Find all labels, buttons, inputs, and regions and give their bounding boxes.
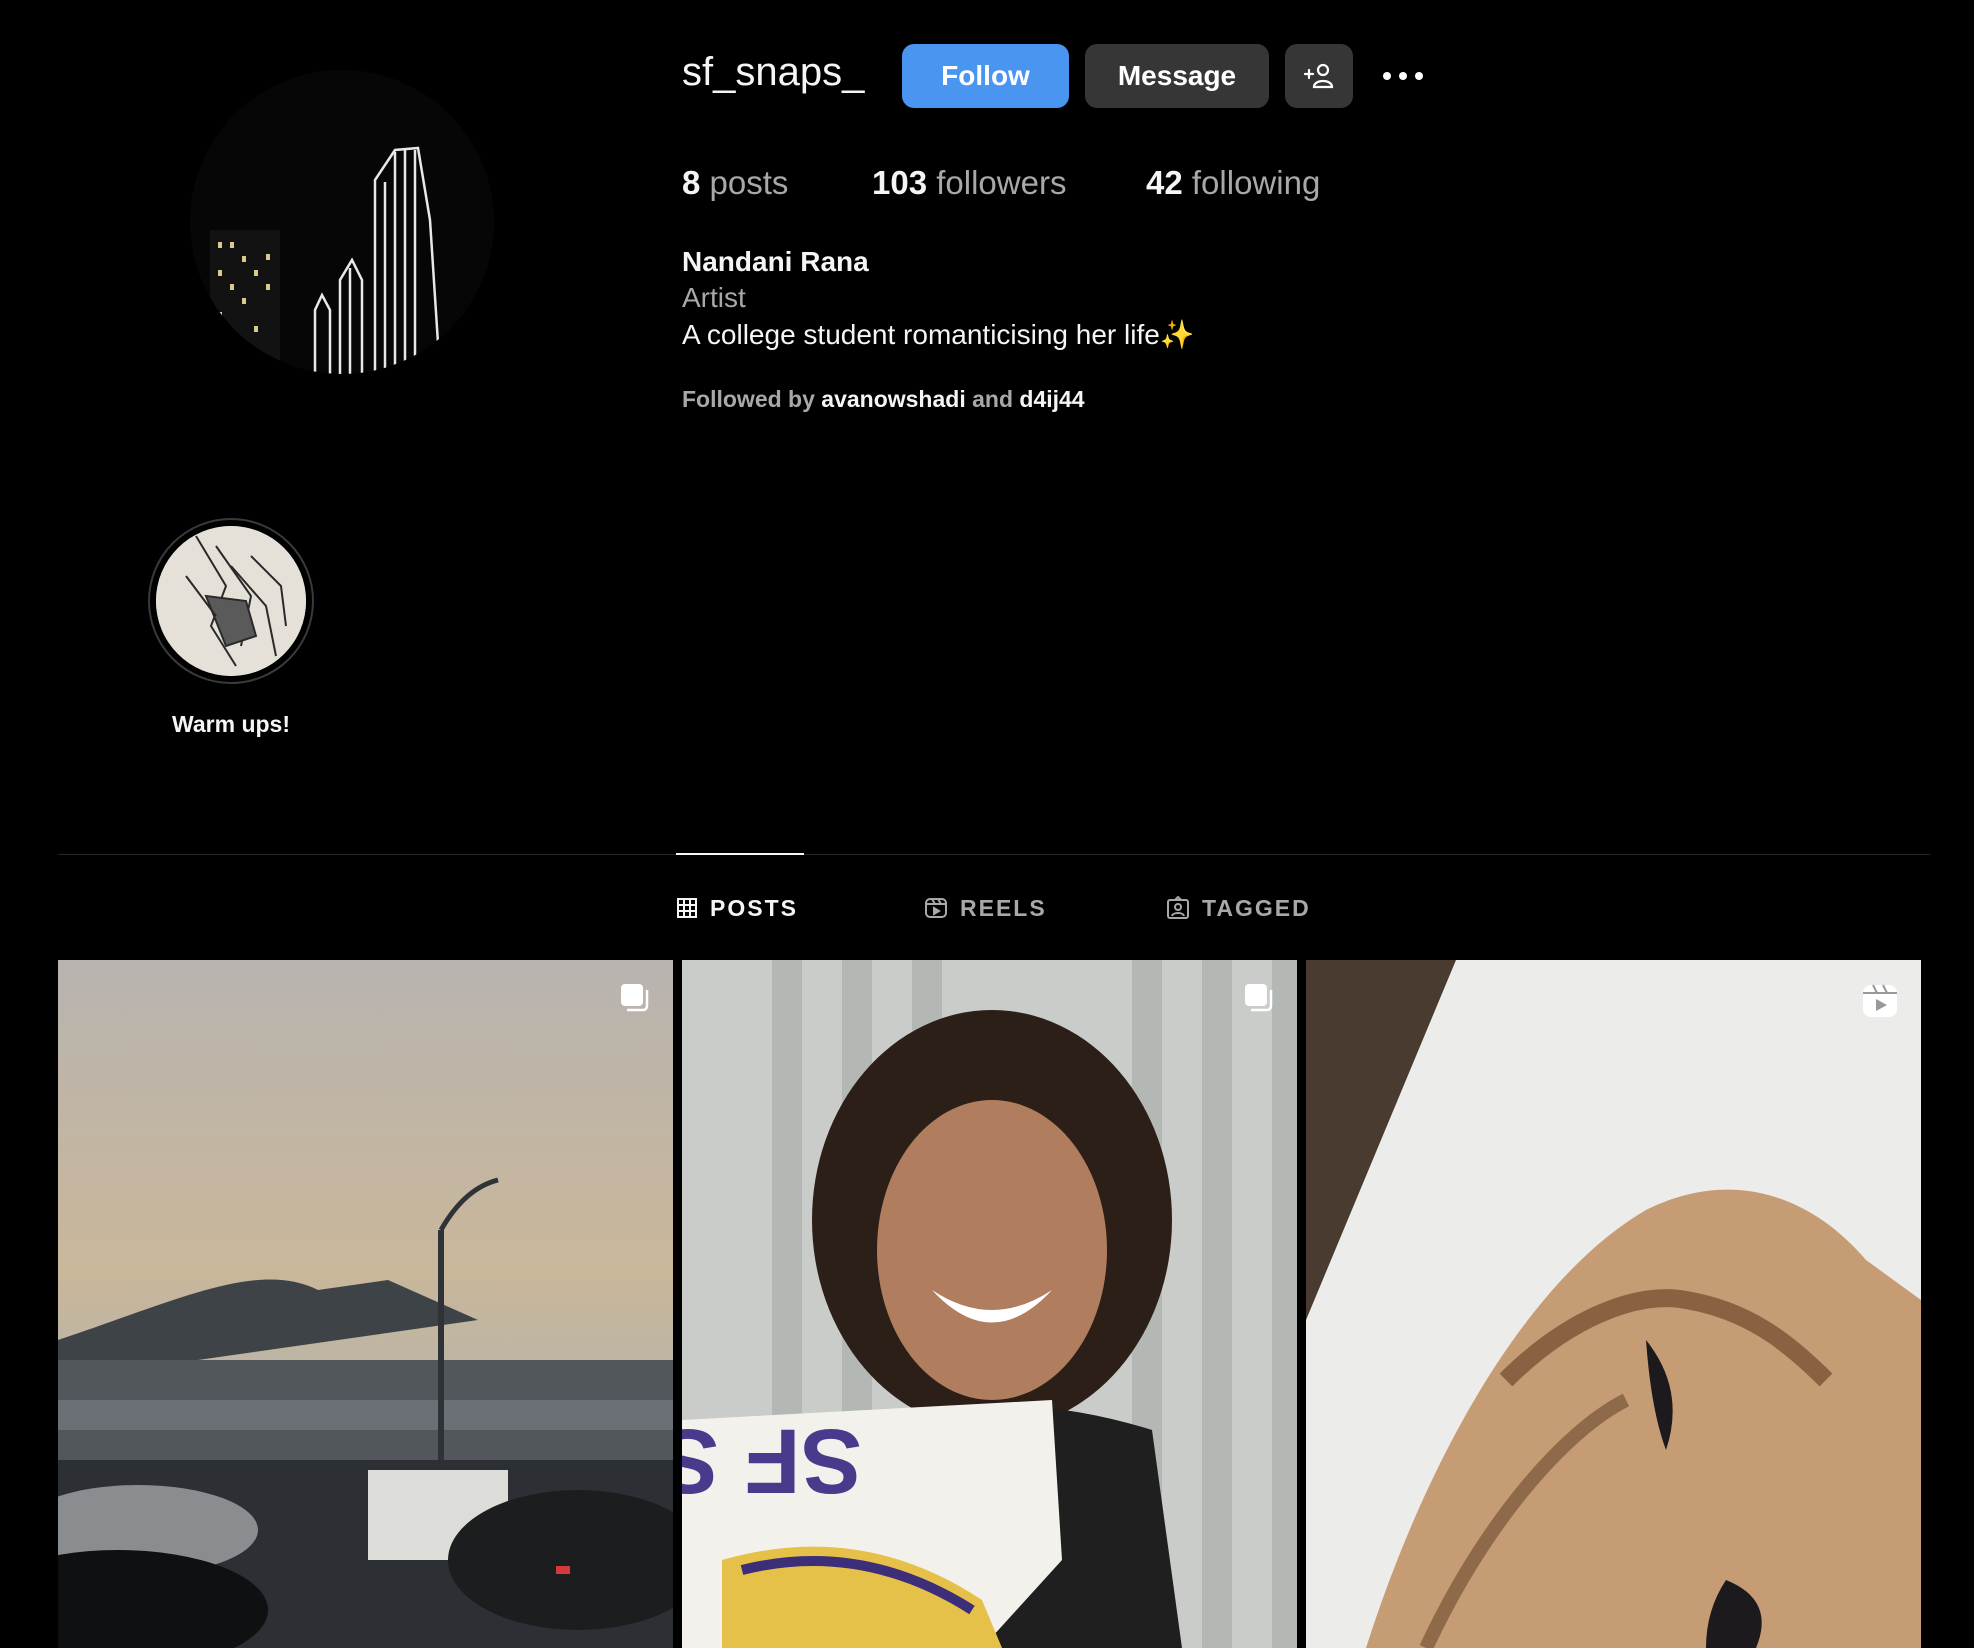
story-highlight[interactable] (148, 518, 314, 684)
tagged-icon (1167, 896, 1189, 919)
carousel-icon (621, 984, 649, 1012)
followed-by-user-link[interactable]: avanowshadi (821, 386, 965, 412)
posts-count: 8 posts (682, 164, 788, 202)
followed-by-and: and (972, 386, 1013, 412)
posts-count-value: 8 (682, 164, 701, 201)
grid-icon (677, 898, 697, 918)
tab-reels-label: REELS (960, 894, 1047, 921)
followed-by-text[interactable]: Followed by avanowshadi and d4ij44 (682, 386, 1085, 413)
tab-posts-label: POSTS (710, 894, 798, 921)
post-selfie-image: SF STATE (682, 960, 1297, 1648)
profile-full-name: Nandani Rana (682, 246, 869, 277)
followers-link[interactable]: 103 followers (872, 164, 1066, 202)
tab-tagged[interactable]: TAGGED (1166, 892, 1311, 924)
follow-button[interactable]: Follow (902, 44, 1069, 108)
sf-state-sign-text: SF STATE (682, 1410, 862, 1512)
following-link[interactable]: 42 following (1146, 164, 1320, 202)
add-person-icon (1303, 63, 1334, 89)
post-tile[interactable]: SF STATE (682, 960, 1297, 1648)
followed-by-user-link[interactable]: d4ij44 (1019, 386, 1084, 412)
profile-bio: A college student romanticising her life… (682, 319, 1195, 350)
reels-icon (925, 898, 947, 918)
followers-count-value: 103 (872, 164, 928, 201)
highlight-cover-image (156, 526, 306, 676)
post-tile[interactable] (58, 960, 673, 1648)
tabs-divider (58, 854, 1930, 855)
avatar-night-buildings-image (190, 70, 494, 374)
tab-reels[interactable]: REELS (924, 892, 1047, 924)
followers-count-label: followers (936, 164, 1067, 201)
tab-tagged-label: TAGGED (1202, 894, 1311, 921)
profile-username: sf_snaps_ (682, 50, 865, 94)
message-button[interactable]: Message (1085, 44, 1269, 108)
post-tile[interactable] (1306, 960, 1921, 1648)
post-street-scene-image (58, 960, 673, 1648)
profile-avatar[interactable] (190, 70, 494, 374)
more-horizontal-icon (1383, 72, 1423, 80)
posts-count-label: posts (709, 164, 789, 201)
followed-by-prefix: Followed by (682, 386, 815, 412)
more-options-button[interactable] (1380, 54, 1426, 98)
carousel-icon (1245, 984, 1273, 1012)
active-tab-indicator (676, 853, 804, 855)
following-count-label: following (1191, 164, 1321, 201)
post-painting-image (1306, 960, 1921, 1648)
suggest-accounts-button[interactable] (1285, 44, 1353, 108)
profile-category: Artist (682, 282, 746, 313)
tab-posts[interactable]: POSTS (676, 892, 798, 924)
reel-icon (1863, 984, 1897, 1017)
highlight-label: Warm ups! (172, 711, 290, 737)
following-count-value: 42 (1146, 164, 1183, 201)
